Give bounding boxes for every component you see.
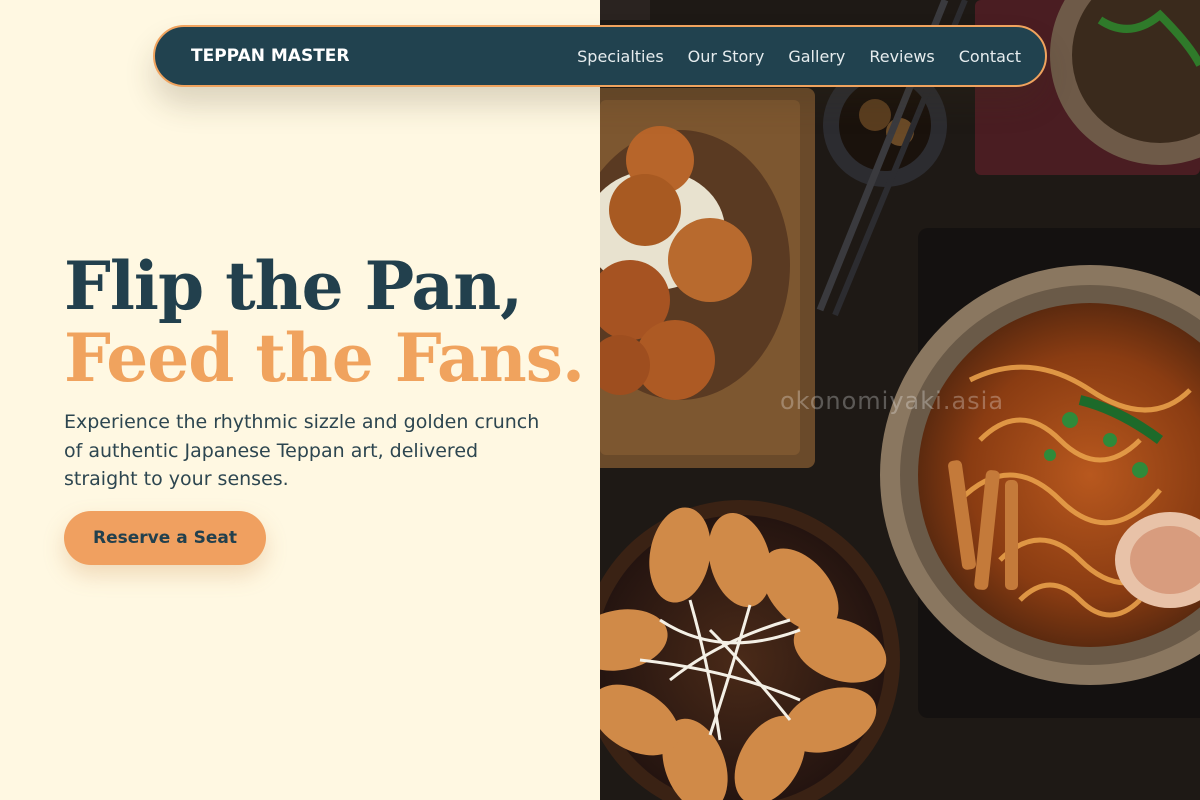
nav-link-reviews[interactable]: Reviews	[869, 47, 934, 66]
hero-subtext: Experience the rhythmic sizzle and golde…	[64, 411, 540, 490]
top-navbar: TEPPAN MASTER Specialties Our Story Gall…	[153, 25, 1047, 87]
image-watermark: okonomiyaki.asia	[780, 387, 1005, 415]
hero-headline: Flip the Pan, Feed the Fans.	[64, 247, 585, 397]
hero-left-panel	[0, 0, 600, 800]
nav-link-gallery[interactable]: Gallery	[788, 47, 845, 66]
headline-line-1: Flip the Pan,	[64, 247, 523, 325]
nav-link-specialties[interactable]: Specialties	[577, 47, 664, 66]
reserve-seat-button[interactable]: Reserve a Seat	[64, 511, 266, 565]
headline-line-2: Feed the Fans.	[64, 319, 585, 397]
brand-logo[interactable]: TEPPAN MASTER	[191, 46, 350, 66]
nav-link-contact[interactable]: Contact	[959, 47, 1021, 66]
nav-link-our-story[interactable]: Our Story	[688, 47, 765, 66]
nav-links: Specialties Our Story Gallery Reviews Co…	[577, 47, 1021, 66]
